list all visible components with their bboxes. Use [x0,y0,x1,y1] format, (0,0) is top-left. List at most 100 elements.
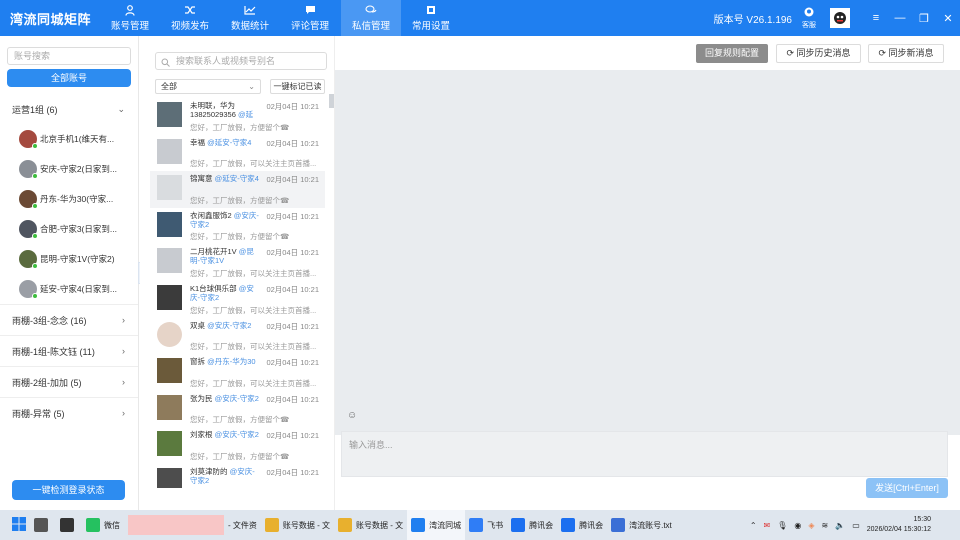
folder-icon [264,518,279,532]
message-time: 02月04日 10:21 [266,211,319,221]
customer-service-button[interactable]: 客服 [802,7,816,30]
user-avatar[interactable] [830,8,850,28]
conversation-filter-select[interactable]: 全部 ⌄ [155,79,261,94]
avatar [157,394,182,420]
tab-data-stats[interactable]: 数据统计 [220,0,280,36]
group-label: 雨棚-异常 (5) [12,408,65,419]
volume-icon[interactable]: 🔈 [835,521,845,530]
conversation-item[interactable]: K1台球俱乐部 @安庆-守家2 02月04日 10:21 您好，工厂放假，可以关… [150,281,325,318]
calculator-taskbar-icon[interactable] [30,510,56,540]
account-item[interactable]: 昆明-守家1V(守家2) [0,244,138,274]
all-accounts-button[interactable]: 全部账号 [7,69,131,87]
taskbar-wechat[interactable]: 微信 [82,510,124,540]
avatar [19,280,38,299]
account-tag: @安庆-守家2 [207,320,252,330]
conversation-item[interactable]: 衣闲鑫服饰2 @安庆-守家2 02月04日 10:21 您好，工厂放假，方便留个… [150,208,325,245]
group-label: 雨棚-3组-念念 (16) [12,315,87,326]
taskbar-folder-2[interactable]: 账号数据 - 文 [334,510,407,540]
conversation-item[interactable]: 双桌 @安庆-守家2 02月04日 10:21 您好，工厂放假，可以关注主页首播… [150,318,325,355]
sync-history-button[interactable]: ⟳ 同步历史消息 [776,44,861,63]
taskbar-folder-1[interactable]: 账号数据 - 文 [261,510,334,540]
group-row[interactable]: 雨棚-3组-念念 (16) › [0,305,138,335]
account-item[interactable]: 丹东-华为30(守家... [0,184,138,214]
tab-label: 私信管理 [351,21,390,32]
account-sidebar: 账号搜索 全部账号 运营1组 (6) ⌄ 北京手机1(维天有... 安庆-守家2… [0,36,139,510]
conversation-item[interactable]: 刘家根 @安庆-守家2 02月04日 10:21 您好，工厂放假，方便留个☎ [150,427,325,464]
chevron-up-icon[interactable]: ⌃ [750,521,757,530]
account-search-input[interactable]: 账号搜索 [7,47,131,65]
conversation-item[interactable]: 刘莫津防的 @安庆-守家2 02月04日 10:21 [150,464,325,488]
detect-login-status-button[interactable]: 一键检测登录状态 [12,480,125,500]
close-icon[interactable]: ✕ [936,12,960,25]
clock[interactable]: 15:30 2026/02/04 15:30:12 [867,515,938,535]
conversation-item[interactable]: 张为民 @安庆-守家2 02月04日 10:21 您好，工厂放假，方便留个☎ [150,391,325,428]
avatar [157,138,182,164]
conversation-item[interactable]: 未明联，华为13825029356 @延安-守家4 02月04日 10:21 您… [150,98,325,135]
taskbar-label: 飞书 [487,520,504,530]
taskbar-label: 湾流同城 [429,520,462,530]
taskbar-app-wanliu[interactable]: 湾流同城 [407,510,466,540]
microphone-icon[interactable]: 🎙 [777,521,787,530]
mark-all-read-button[interactable]: 一键标记已读 [270,79,325,94]
conversation-panel: 搜索联系人或视频号别名 全部 ⌄ 一键标记已读 未明联，华为1382502935… [140,36,335,510]
notes-icon [60,518,74,532]
conversation-item[interactable]: 窗拆 @丹东-华为30 02月04日 10:21 您好，工厂放假，可以关注主页首… [150,354,325,391]
account-item[interactable]: 合肥-守家3(日家到... [0,214,138,244]
search-icon [161,56,170,72]
reply-rules-button[interactable]: 回复规则配置 [696,44,768,63]
start-button[interactable] [0,510,30,540]
contact-name: 未明联，华为13825029356 [190,101,236,119]
conversation-item[interactable]: 幸福 @延安-守家4 02月04日 10:21 您好，工厂放假，可以关注主页首播… [150,135,325,172]
battery-icon[interactable]: ▭ [852,521,860,530]
account-name: 昆明-守家1V(守家2) [40,254,115,264]
minimize-icon[interactable]: — [888,12,912,24]
tray-app-icon[interactable]: ✉ [764,521,771,530]
conversation-item[interactable]: 二月桃花开1V @昆明-守家1V 02月04日 10:21 您好，工厂放假，可以… [150,244,325,281]
wifi-icon[interactable]: ≋ [822,521,829,530]
message-input[interactable]: 输入消息... [341,431,948,477]
chat-panel: 回复规则配置 ⟳ 同步历史消息 ⟳ 同步新消息 ☺ 输入消息... 发送[Ctr… [335,36,960,510]
message-preview: 您好，工厂放假，方便留个☎ [190,415,290,425]
account-item[interactable]: 延安-守家4(日家到... [0,274,138,304]
tab-video-publish[interactable]: 视频发布 [160,0,220,36]
window-menu-icon[interactable]: ≡ [864,12,888,24]
contact-name-wrap: 幸福 @延安-守家4 [190,138,260,147]
tab-account-management[interactable]: 账号管理 [100,0,160,36]
tray-app-icon[interactable]: ◈ [808,521,814,530]
taskbar-feishu[interactable]: 飞书 [465,510,507,540]
account-item[interactable]: 北京手机1(维天有... [0,124,138,154]
contact-search-input[interactable]: 搜索联系人或视频号别名 [155,52,327,70]
taskbar-file-explorer[interactable]: - 文件资 [124,510,261,540]
sync-new-button[interactable]: ⟳ 同步新消息 [868,44,944,63]
tray-app-icon[interactable]: ◉ [794,521,801,530]
send-button[interactable]: 发送[Ctrl+Enter] [866,478,948,498]
account-name: 安庆-守家2(日家到... [40,164,117,174]
group-row[interactable]: 雨棚-异常 (5) › [0,398,138,428]
avatar [157,321,182,347]
chevron-right-icon: › [122,346,125,356]
account-item[interactable]: 安庆-守家2(日家到... [0,154,138,184]
taskbar-notepad[interactable]: 湾流账号.txt [607,510,676,540]
taskbar-tencent-meeting-2[interactable]: 腾讯会 [557,510,607,540]
tab-private-message[interactable]: 私信管理 [341,0,401,36]
taskbar-tencent-meeting-1[interactable]: 腾讯会 [507,510,557,540]
message-area [335,70,960,435]
avatar [157,431,182,457]
emoji-icon[interactable]: ☺ [347,410,357,421]
tab-label: 账号管理 [110,21,149,32]
tab-label: 视频发布 [170,21,209,32]
group-row[interactable]: 运营1组 (6) ⌄ [0,94,138,124]
group-label: 运营1组 (6) [12,104,58,115]
sticky-notes-taskbar-icon[interactable] [56,510,82,540]
conversation-item[interactable]: 锦寓意 @延安-守家4 02月04日 10:21 您好，工厂放假，方便留个☎ [150,171,325,208]
tab-common-settings[interactable]: 常用设置 [401,0,461,36]
avatar [157,467,182,488]
group-row[interactable]: 雨棚-1组-陈文钰 (11) › [0,336,138,366]
conversation-scrollbar[interactable] [329,94,334,108]
group-row[interactable]: 雨棚-2组-加加 (5) › [0,367,138,397]
message-time: 02月04日 10:21 [266,321,319,331]
restore-icon[interactable]: ❐ [912,12,936,25]
tab-comment-management[interactable]: 评论管理 [280,0,340,36]
contact-name: 刘莫津防的 [190,466,228,476]
taskbar-label: - 文件资 [228,520,257,530]
